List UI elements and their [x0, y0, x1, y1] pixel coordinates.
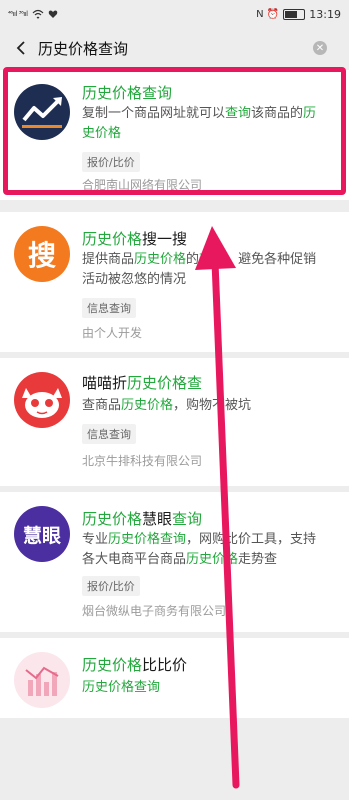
annotation-arrow-icon — [195, 226, 240, 789]
